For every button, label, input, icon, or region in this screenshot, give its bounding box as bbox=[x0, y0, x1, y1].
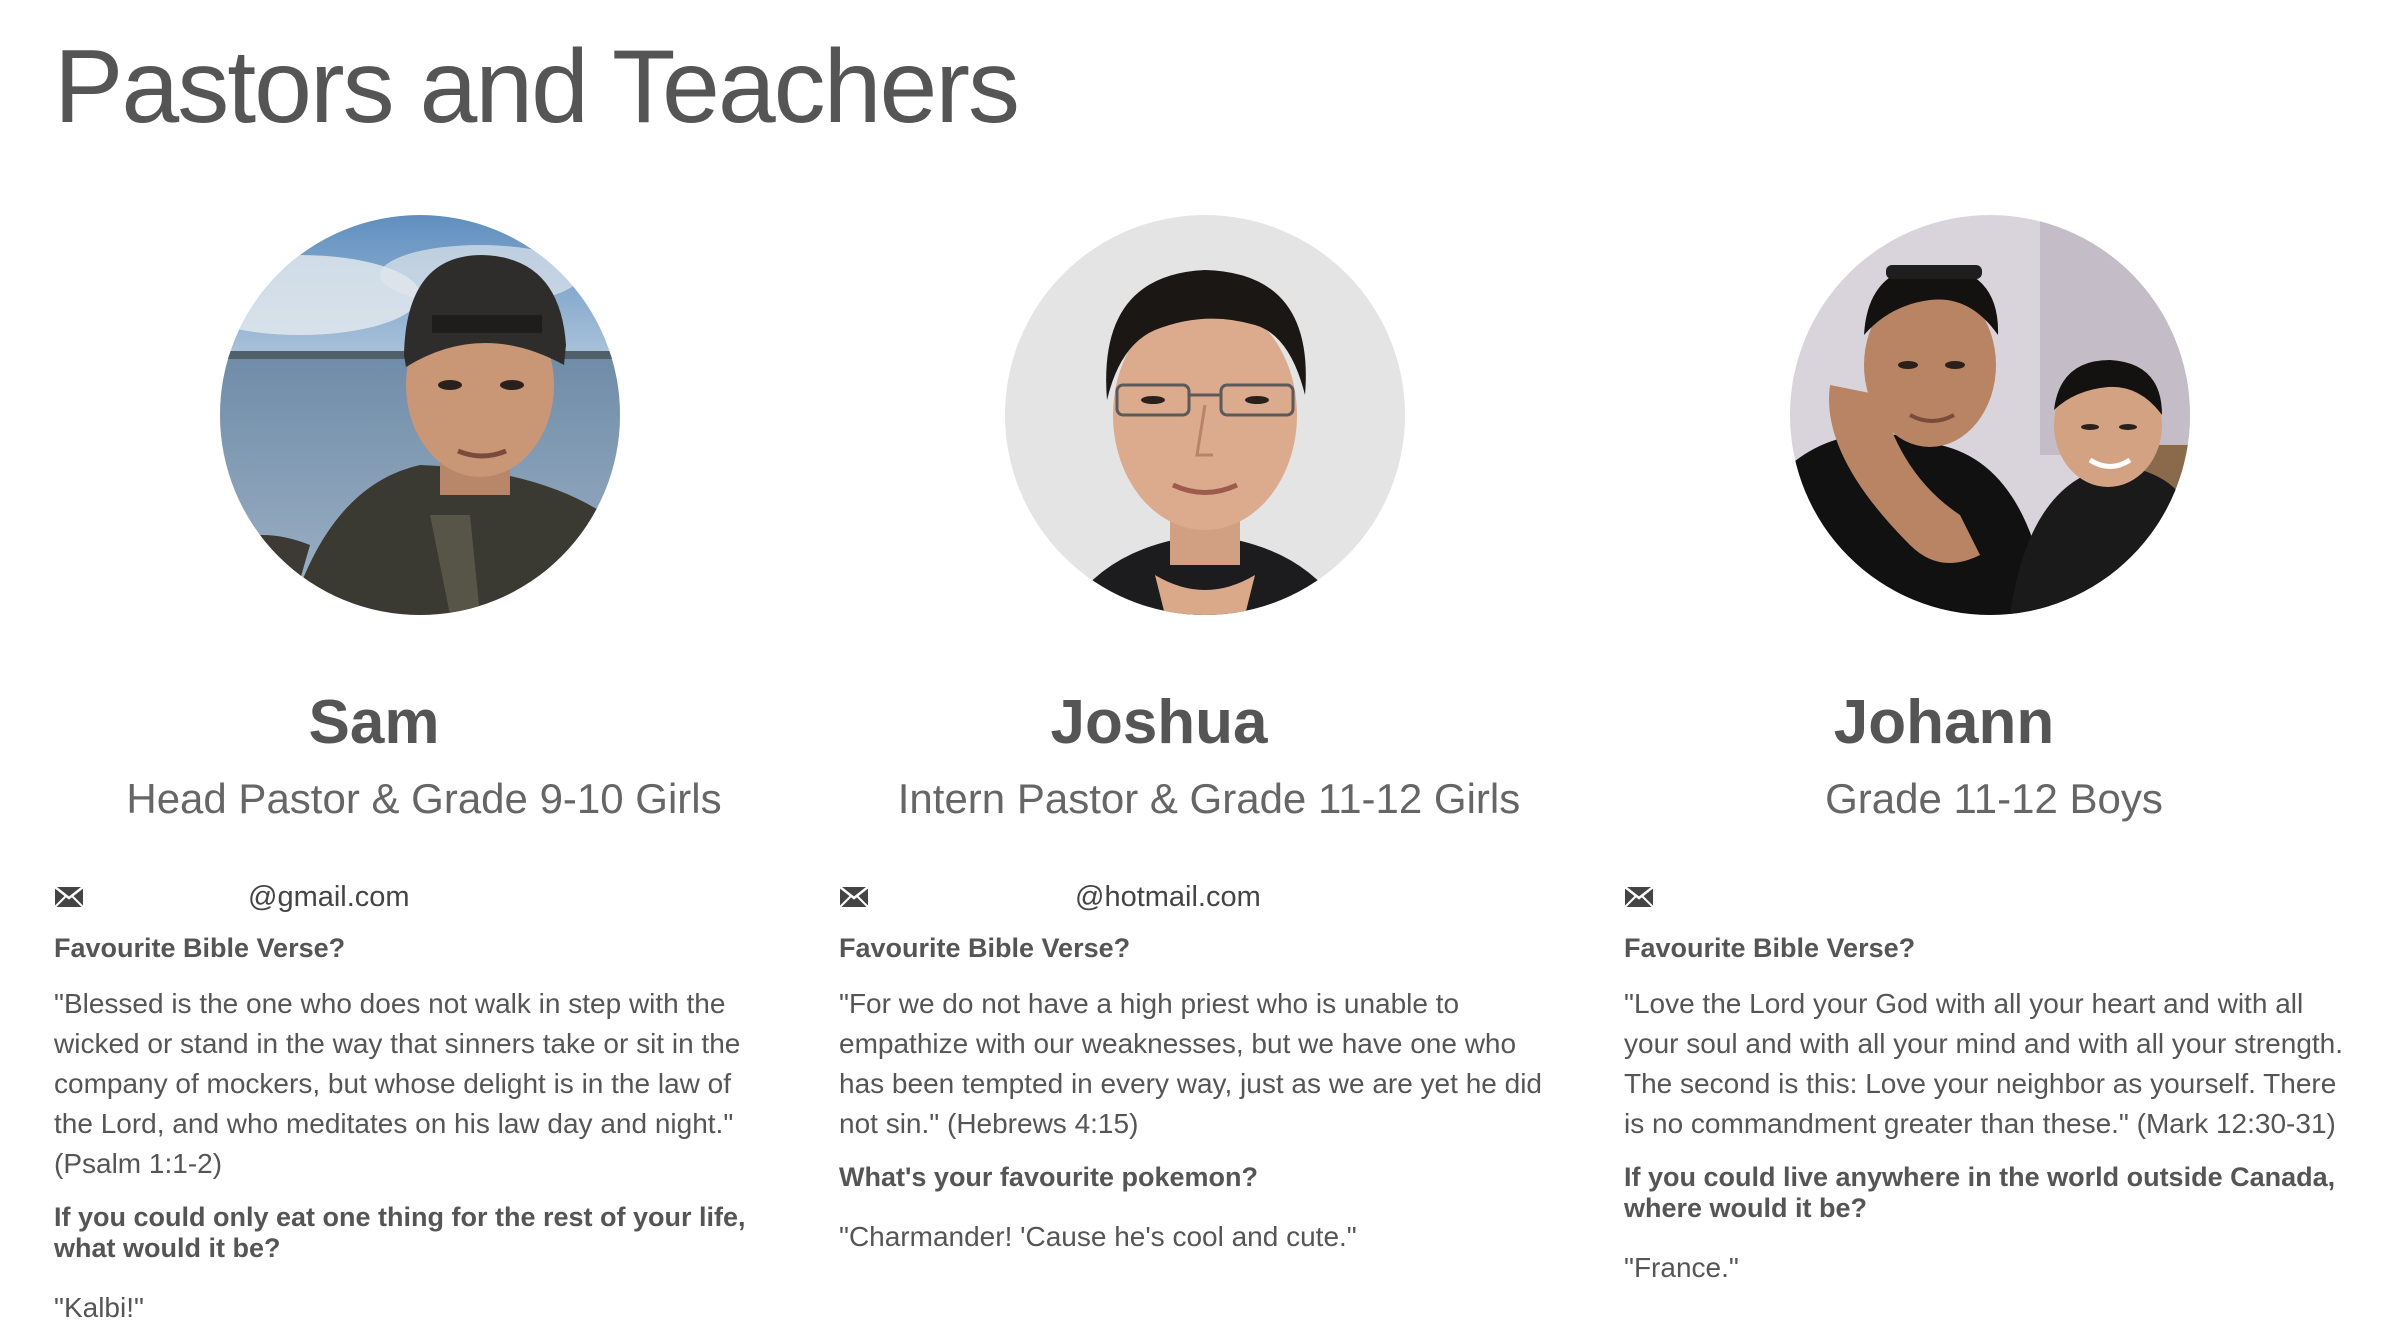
answer-bible-verse: "For we do not have a high priest who is… bbox=[839, 988, 1542, 1139]
question-bible-verse: Favourite Bible Verse? bbox=[54, 933, 346, 963]
answer-extra: "Kalbi!" bbox=[54, 1292, 144, 1323]
staff-card-sam: Sam Head Pastor & Grade 9-10 Girls @gmai… bbox=[54, 215, 774, 1328]
staff-card-johann: Johann Grade 11-12 Boys Favourite Bible … bbox=[1624, 215, 2344, 1328]
staff-role: Head Pastor & Grade 9-10 Girls bbox=[126, 775, 722, 822]
staff-name: Sam bbox=[308, 688, 440, 757]
staff-role: Grade 11-12 Boys bbox=[1825, 775, 2163, 822]
envelope-icon bbox=[1624, 886, 1654, 908]
question-extra: If you could live anywhere in the world … bbox=[1624, 1162, 2336, 1223]
email-row: @hotmail.com bbox=[839, 877, 1559, 917]
staff-card-joshua: Joshua Intern Pastor & Grade 11-12 Girls… bbox=[839, 215, 1559, 1328]
envelope-icon bbox=[54, 886, 84, 908]
staff-role: Intern Pastor & Grade 11-12 Girls bbox=[897, 775, 1521, 822]
page-title: Pastors and Teachers bbox=[54, 29, 1020, 145]
email-link[interactable]: @hotmail.com bbox=[1075, 881, 1261, 914]
email-row bbox=[1624, 877, 2344, 917]
email-link[interactable]: @gmail.com bbox=[248, 881, 410, 914]
answer-extra: "Charmander! 'Cause he's cool and cute." bbox=[839, 1221, 1357, 1252]
profile-photo-johann bbox=[1790, 215, 2190, 615]
question-extra: If you could only eat one thing for the … bbox=[54, 1202, 746, 1263]
answer-bible-verse: "Blessed is the one who does not walk in… bbox=[54, 988, 741, 1179]
email-row: @gmail.com bbox=[54, 877, 774, 917]
staff-name: Joshua bbox=[1050, 688, 1268, 757]
answer-extra: "France." bbox=[1624, 1252, 1739, 1283]
question-bible-verse: Favourite Bible Verse? bbox=[839, 933, 1131, 963]
question-extra: What's your favourite pokemon? bbox=[839, 1162, 1258, 1192]
profile-photo-joshua bbox=[1005, 215, 1405, 615]
answer-bible-verse: "Love the Lord your God with all your he… bbox=[1624, 988, 2344, 1139]
staff-name: Johann bbox=[1833, 688, 2055, 757]
question-bible-verse: Favourite Bible Verse? bbox=[1624, 933, 1916, 963]
envelope-icon bbox=[839, 886, 869, 908]
profile-photo-sam bbox=[220, 215, 620, 615]
staff-cards: Sam Head Pastor & Grade 9-10 Girls @gmai… bbox=[54, 215, 2344, 1328]
